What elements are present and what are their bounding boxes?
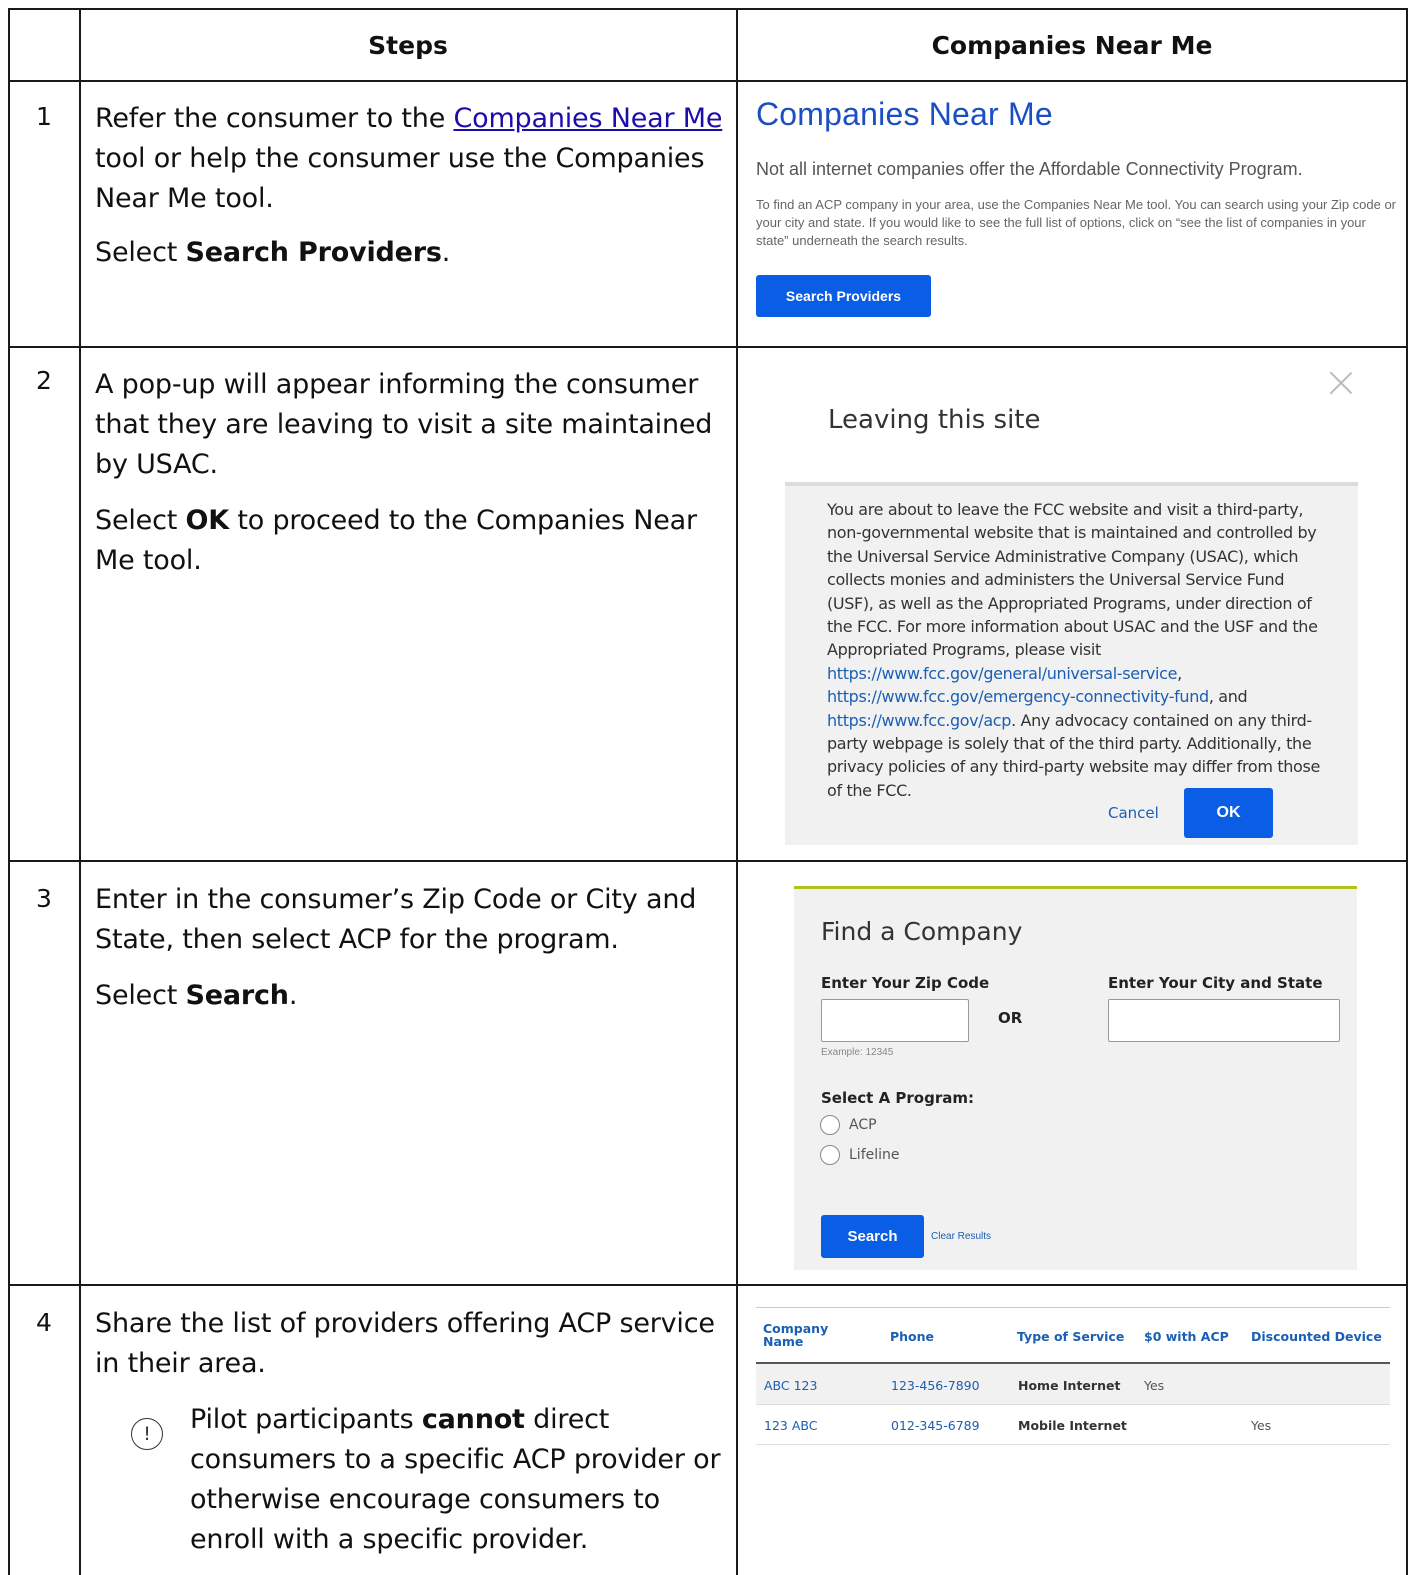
table-divider-num (79, 8, 81, 1575)
companies-near-me-link[interactable]: Companies Near Me (453, 103, 722, 134)
header-companies-near-me: Companies Near Me (931, 30, 1213, 60)
emergency-connectivity-link[interactable]: https://www.fcc.gov/emergency-connectivi… (827, 687, 1209, 706)
city-state-label: Enter Your City and State (1108, 974, 1323, 992)
step-1-text: Refer the consumer to the Companies Near… (95, 103, 723, 268)
exclamation-circle-icon: ! (131, 1418, 163, 1450)
clear-results-link[interactable]: Clear Results (931, 1231, 991, 1242)
or-label: OR (998, 1009, 1023, 1027)
row-number-3: 3 (36, 884, 52, 913)
provider-table-top (756, 1307, 1390, 1308)
step-2-text: A pop-up will appear informing the consu… (95, 369, 713, 576)
search-button[interactable]: Search (821, 1215, 924, 1258)
provider-type: Home Internet (1018, 1378, 1121, 1393)
provider-phone[interactable]: 123-456-7890 (891, 1378, 980, 1393)
step-3-text: Enter in the consumer’s Zip Code or City… (95, 884, 697, 1011)
acp-link[interactable]: https://www.fcc.gov/acp (827, 711, 1011, 730)
radio-circle[interactable] (820, 1145, 840, 1165)
row-number-4: 4 (36, 1308, 52, 1337)
row-number-2: 2 (36, 366, 52, 395)
modal-text: You are about to leave the FCC website a… (827, 500, 1320, 800)
table-row-divider-1 (8, 346, 1408, 348)
col-phone: Phone (890, 1329, 935, 1344)
col-company-name: Company Name (763, 1321, 829, 1349)
close-icon[interactable] (1328, 370, 1354, 396)
col-discounted-device: Discounted Device (1251, 1329, 1382, 1344)
cnm-title: Companies Near Me (756, 96, 1053, 132)
find-company-title: Find a Company (821, 917, 1023, 946)
col-zero-with-acp: $0 with ACP (1144, 1329, 1229, 1344)
provider-type: Mobile Internet (1018, 1418, 1127, 1433)
provider-phone[interactable]: 012-345-6789 (891, 1418, 980, 1433)
radio-circle[interactable] (820, 1115, 840, 1135)
table-border-left (8, 8, 10, 1575)
radio-acp[interactable]: ACP (820, 1115, 877, 1135)
provider-table-bottom (756, 1444, 1390, 1445)
header-steps: Steps (368, 30, 448, 60)
zip-code-label: Enter Your Zip Code (821, 974, 990, 992)
search-providers-button[interactable]: Search Providers (756, 275, 931, 317)
notice-text: Pilot participants cannot direct consume… (190, 1404, 721, 1555)
zip-code-input[interactable] (821, 999, 969, 1042)
city-state-input[interactable] (1108, 999, 1340, 1042)
row-number-1: 1 (36, 102, 52, 131)
modal-title: Leaving this site (828, 405, 1041, 435)
col-type-of-service: Type of Service (1017, 1329, 1125, 1344)
provider-name[interactable]: ABC 123 (764, 1378, 817, 1393)
program-label: Select A Program: (821, 1089, 974, 1107)
provider-name[interactable]: 123 ABC (764, 1418, 817, 1433)
table-divider-steps (736, 8, 738, 1575)
step-4-text: Share the list of providers offering ACP… (95, 1308, 715, 1379)
cancel-button[interactable]: Cancel (1108, 804, 1159, 822)
cnm-subtitle: Not all internet companies offer the Aff… (756, 159, 1303, 179)
universal-service-link[interactable]: https://www.fcc.gov/general/universal-se… (827, 664, 1177, 683)
zip-hint: Example: 12345 (821, 1047, 894, 1058)
table-row-divider-2 (8, 860, 1408, 862)
cnm-description: To find an ACP company in your area, use… (756, 197, 1397, 248)
ok-button[interactable]: OK (1184, 788, 1273, 838)
table-row-divider-3 (8, 1284, 1408, 1286)
radio-lifeline[interactable]: Lifeline (820, 1145, 900, 1165)
table-border-right (1406, 8, 1408, 1575)
provider-device: Yes (1251, 1418, 1272, 1433)
provider-zero: Yes (1144, 1378, 1165, 1393)
